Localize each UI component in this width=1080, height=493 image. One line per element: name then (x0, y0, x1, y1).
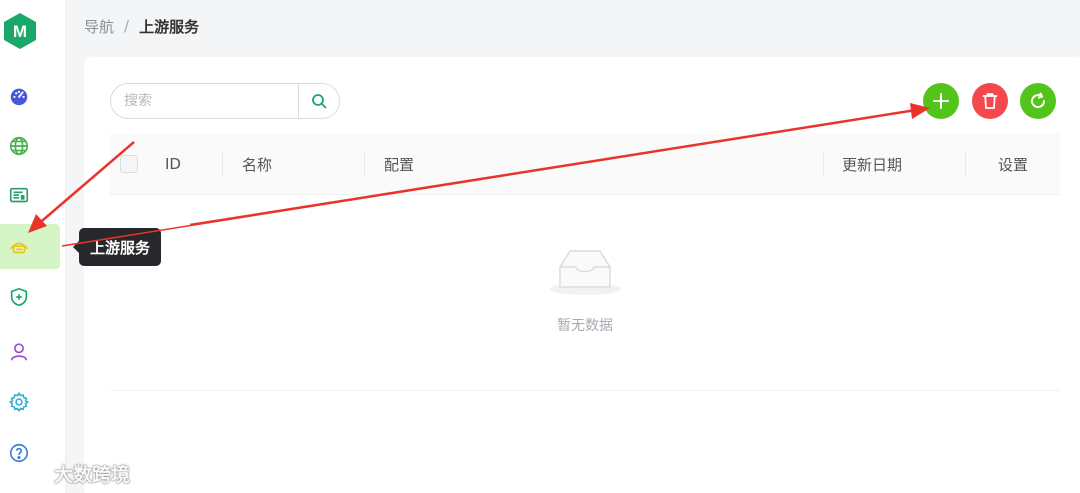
breadcrumb-separator: / (124, 17, 130, 35)
column-divider (364, 151, 365, 177)
app-window: M 导航 / 上游服务 搜索 ID 名称 配置 更新日期 设置 暂无数据 上游服… (0, 0, 1080, 493)
watermark: 大数跨境 (8, 460, 130, 486)
table-header: ID 名称 配置 更新日期 设置 (110, 133, 1060, 195)
sidebar-item-services[interactable] (0, 173, 60, 218)
refresh-button[interactable] (1020, 83, 1056, 119)
column-divider (222, 151, 223, 177)
column-divider (965, 151, 966, 177)
globe-icon (9, 136, 29, 155)
refresh-icon (1031, 92, 1046, 109)
search-box (110, 83, 340, 119)
sidebar-item-plugins[interactable] (0, 274, 60, 319)
column-header-updated[interactable]: 更新日期 (842, 133, 902, 195)
sidebar-item-settings[interactable] (0, 379, 60, 424)
add-upstream-button[interactable] (923, 83, 959, 119)
search-icon (312, 94, 327, 109)
breadcrumb-root[interactable]: 导航 (84, 16, 114, 37)
shield-plus-icon (10, 287, 28, 306)
watermark-logo-icon (13, 464, 48, 482)
sidebar-item-upstream[interactable] (0, 224, 60, 269)
gear-icon (8, 391, 30, 412)
column-header-settings[interactable]: 设置 (998, 133, 1028, 195)
gauge-icon (10, 88, 28, 105)
plus-icon (933, 93, 949, 109)
search-button[interactable] (298, 84, 339, 118)
breadcrumb-current: 上游服务 (139, 17, 200, 36)
upstream-panel: ID 名称 配置 更新日期 设置 暂无数据 (84, 57, 1080, 493)
column-header-id[interactable]: ID (165, 133, 181, 195)
sidebar-item-routes[interactable] (0, 123, 60, 168)
select-all-checkbox[interactable] (120, 155, 138, 173)
delete-button[interactable] (972, 83, 1008, 119)
column-header-name[interactable]: 名称 (242, 133, 272, 195)
table-empty-state: 暂无数据 (110, 195, 1060, 391)
breadcrumb: 导航 / 上游服务 (84, 14, 199, 38)
upstream-table: ID 名称 配置 更新日期 设置 暂无数据 (110, 133, 1060, 393)
sidebar-item-consumers[interactable] (0, 329, 60, 374)
server-list-icon (9, 187, 29, 202)
column-divider (823, 151, 824, 177)
upstream-icon (10, 242, 28, 253)
trash-icon (982, 93, 998, 109)
empty-inbox-icon (549, 250, 621, 295)
sidebar-item-dashboard[interactable] (0, 73, 60, 118)
user-icon (10, 342, 28, 361)
search-input[interactable] (111, 84, 298, 118)
column-header-config[interactable]: 配置 (384, 133, 414, 195)
app-logo[interactable]: M (2, 12, 38, 50)
sidebar: M (0, 0, 66, 493)
sidebar-tooltip: 上游服务 (73, 228, 161, 266)
empty-text: 暂无数据 (557, 318, 613, 334)
watermark-text: 大数跨境 (54, 463, 131, 486)
logo-letter: M (13, 22, 27, 41)
